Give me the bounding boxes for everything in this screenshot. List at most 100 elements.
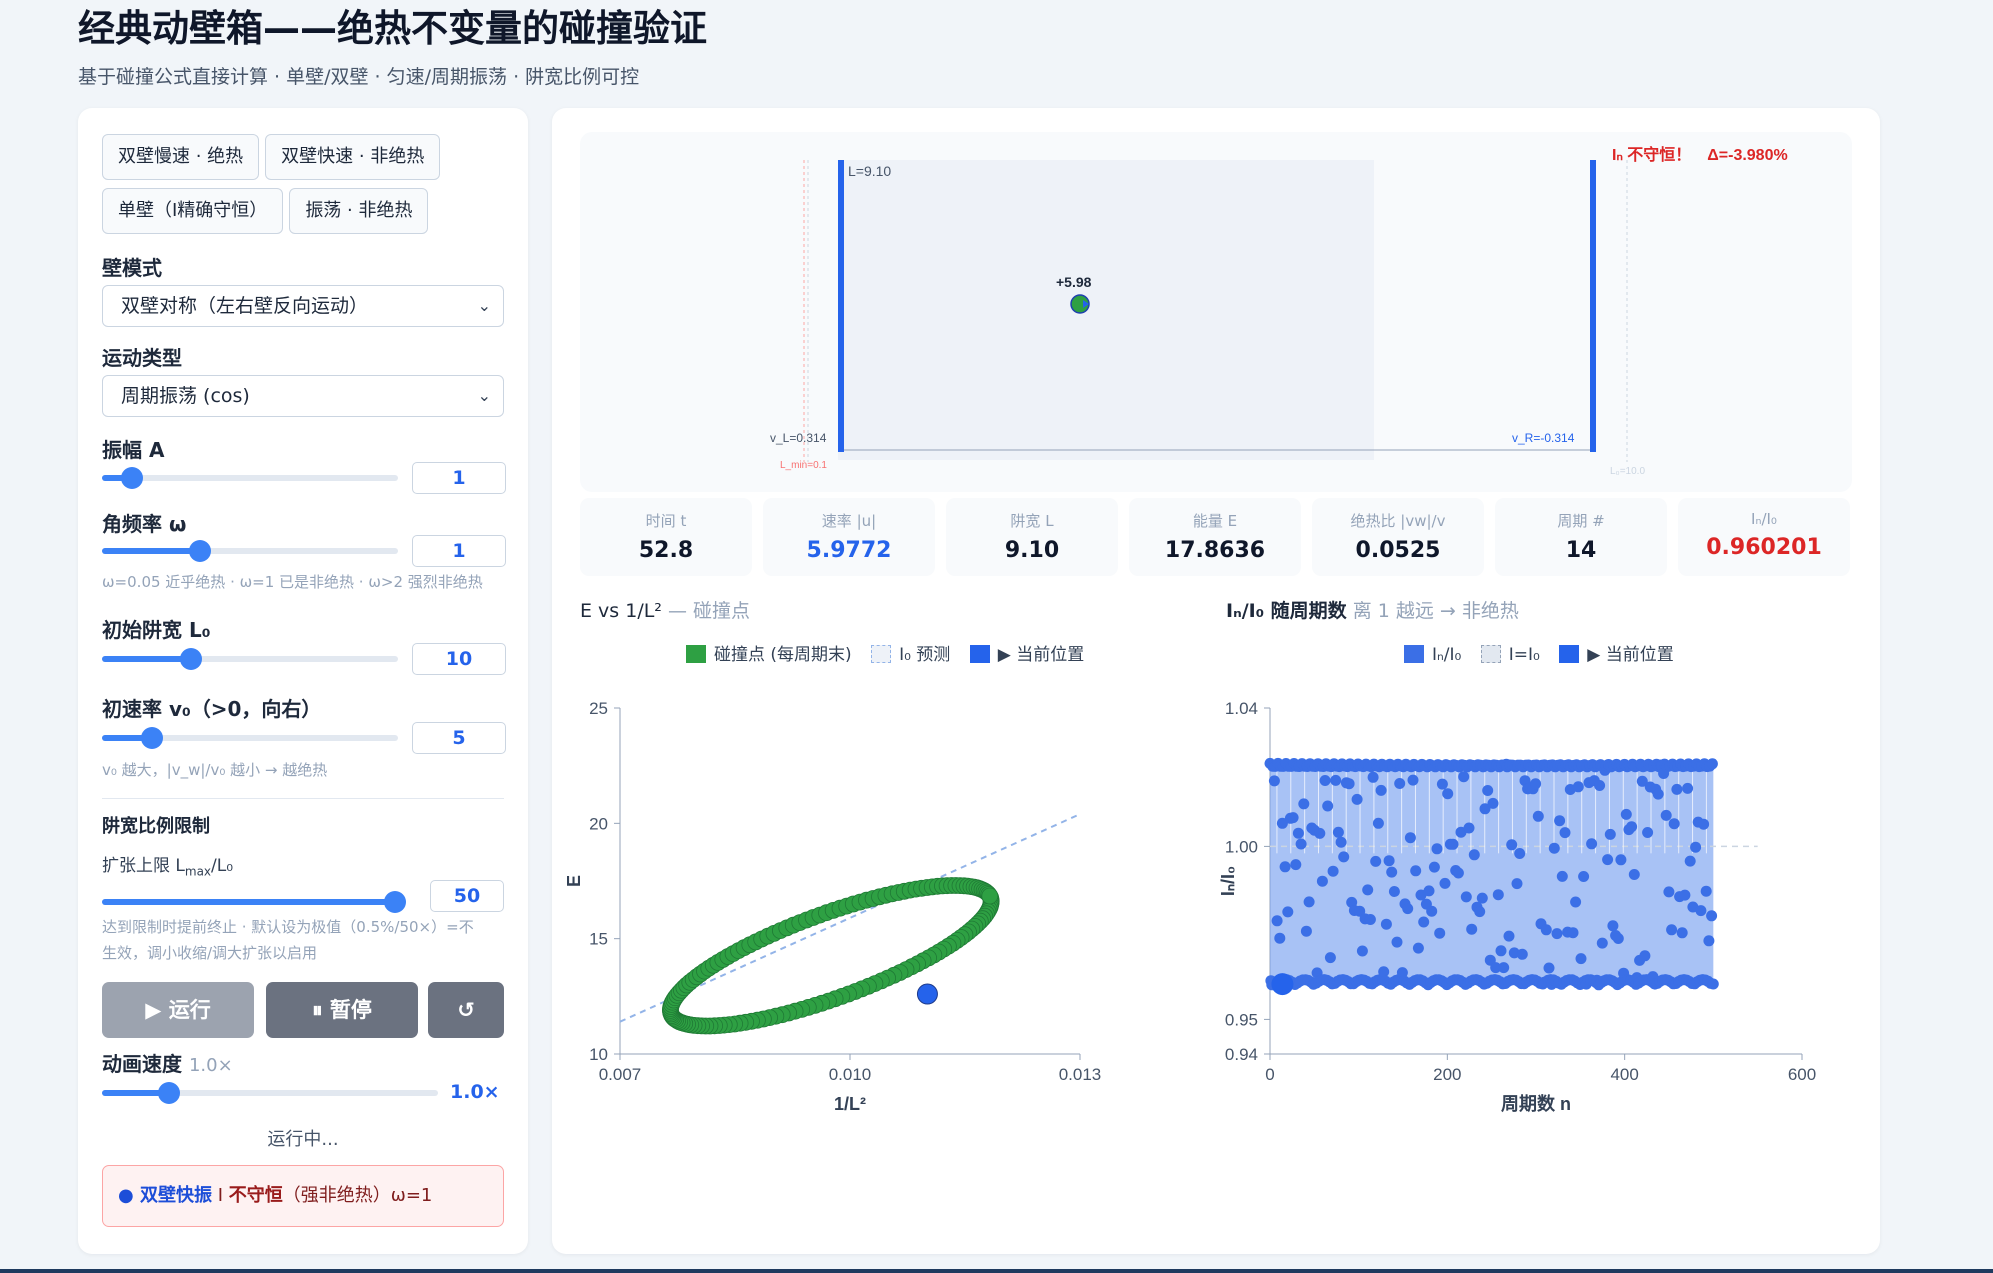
omega-hint: ω=0.05 近乎绝热 · ω=1 已是非绝热 · ω>2 强烈非绝热 (102, 573, 483, 591)
speed-slider-thumb[interactable] (158, 1082, 181, 1104)
chevron-down-icon: ⌄ (477, 296, 491, 315)
amplitude-input[interactable]: 1 (412, 462, 506, 494)
invariant-point (1671, 783, 1683, 795)
speed-value: 1.0× (450, 1081, 500, 1103)
invariant-point (1370, 855, 1382, 867)
invariant-point (1268, 775, 1280, 787)
invariant-point (1431, 843, 1443, 855)
invariant-point (1468, 849, 1480, 861)
invariant-point (1626, 821, 1638, 833)
right-wall-velocity: v_R=-0.314 (1512, 431, 1575, 445)
amplitude-slider-thumb[interactable] (120, 467, 143, 489)
speed-slider[interactable] (102, 1081, 438, 1105)
invariant-point (1607, 920, 1619, 932)
expand-limit-slider[interactable] (102, 890, 406, 914)
invariant-point (1460, 891, 1472, 903)
conservation-warning: Iₙ 不守恒！ Δ=-3.980% (1612, 145, 1788, 164)
invariant-point (1700, 885, 1712, 897)
v0-slider[interactable] (102, 726, 398, 750)
motion-type-select[interactable]: 周期振荡 (cos) ⌄ (102, 375, 504, 417)
invariant-point (1428, 861, 1440, 873)
invariant-point (1274, 932, 1286, 944)
energy-vs-inverse-width-chart: 0.007 0.010 0.013 10 15 20 25 1/L² E (564, 699, 1101, 1114)
invariant-point (1338, 851, 1350, 863)
conservation-verdict: ● 双壁快振 I 不守恒（强非绝热）ω=1 (102, 1165, 504, 1227)
wall-mode-select[interactable]: 双壁对称（左右壁反向运动） ⌄ (102, 285, 504, 327)
invariant-point (1404, 832, 1416, 844)
invariant-point (1279, 861, 1291, 873)
pause-button[interactable]: ⏸ 暂停 (266, 982, 418, 1038)
reset-button[interactable]: ↺ (428, 982, 504, 1038)
invariant-point (1287, 812, 1299, 824)
omega-slider-thumb[interactable] (188, 540, 211, 562)
wall-mode-label: 壁模式 (102, 256, 162, 280)
motion-type-label: 运动类型 (102, 346, 182, 370)
invariant-point (1586, 838, 1598, 850)
stat-period: 周期 #14 (1495, 498, 1667, 576)
invariant-point (1554, 815, 1566, 827)
wall-mode-value: 双壁对称（左右壁反向运动） (121, 295, 369, 317)
v0-label: 初速率 v₀（>0，向右） (102, 697, 322, 721)
expand-limit-input[interactable]: 50 (430, 880, 504, 912)
invariant-point (1604, 828, 1616, 840)
invariant-point (1556, 870, 1568, 882)
legend-current-position: ▶ 当前位置 (969, 645, 1084, 665)
invariant-point (1679, 889, 1691, 901)
chevron-down-icon: ⌄ (477, 386, 491, 405)
invariant-point (1452, 867, 1464, 879)
x-tick-label: 0.010 (829, 1065, 872, 1084)
invariant-point (1559, 827, 1571, 839)
invariant-point (1540, 924, 1552, 936)
amplitude-slider[interactable] (102, 466, 398, 490)
preset-fast-nonadiabatic-button[interactable]: 双壁快速 · 非绝热 (265, 134, 441, 180)
x-tick-label: 0 (1265, 1065, 1274, 1084)
invariant-point (1343, 778, 1355, 790)
L0-slider-thumb[interactable] (179, 648, 202, 670)
preset-slow-adiabatic-button[interactable]: 双壁慢速 · 绝热 (102, 134, 260, 180)
invariant-point (1282, 906, 1294, 918)
invariant-point (1324, 952, 1336, 964)
invariant-point (1660, 809, 1672, 821)
bottom-bar (0, 1269, 1993, 1273)
invariant-point (1666, 924, 1678, 936)
page-header: 经典动壁箱——绝热不变量的碰撞验证 基于碰撞公式直接计算 · 单壁/双壁 · 匀… (78, 4, 707, 89)
invariant-point (1458, 771, 1470, 783)
expand-limit-slider-thumb[interactable] (384, 891, 406, 913)
collision-point (981, 887, 999, 905)
omega-slider[interactable] (102, 539, 398, 563)
invariant-point (1383, 855, 1395, 867)
invariant-point (1426, 905, 1438, 917)
v0-input[interactable]: 5 (412, 722, 506, 754)
lmin-label: L_min=0.1 (780, 460, 827, 471)
invariant-point (1332, 826, 1344, 838)
L0-slider[interactable] (102, 647, 398, 671)
run-status: 运行中... (267, 1129, 339, 1150)
invariant-point (1394, 778, 1406, 789)
invariant-point (1295, 838, 1307, 850)
invariant-point (1567, 927, 1579, 939)
invariant-point (1487, 797, 1499, 809)
invariant-point (1506, 839, 1518, 851)
invariant-point (1434, 927, 1446, 939)
y-tick-label: 15 (589, 930, 608, 949)
invariant-point (1612, 933, 1624, 944)
legend-I0-prediction: I₀ 预测 (871, 645, 950, 665)
current-position-marker (1271, 973, 1294, 996)
v0-slider-thumb[interactable] (141, 727, 164, 749)
L0-input[interactable]: 10 (412, 643, 506, 675)
invariant-point (1418, 916, 1430, 928)
section-divider (102, 798, 504, 799)
invariant-point (1706, 758, 1718, 770)
omega-input[interactable]: 1 (412, 535, 506, 567)
run-button[interactable]: ▶ 运行 (102, 982, 254, 1038)
preset-single-wall-button[interactable]: 单壁（I精确守恒） (102, 188, 284, 234)
invariant-point (1703, 935, 1715, 947)
y-tick-label: 0.95 (1225, 1010, 1258, 1029)
invariant-point (1695, 905, 1707, 917)
L0-label: 初始阱宽 L₀ (102, 618, 211, 642)
y-tick-label: 1.00 (1225, 837, 1258, 856)
motion-type-value: 周期振荡 (cos) (121, 385, 250, 407)
preset-oscillation-button[interactable]: 振荡 · 非绝热 (289, 188, 429, 234)
invariant-point (1372, 817, 1384, 829)
invariant-point (1356, 945, 1368, 957)
